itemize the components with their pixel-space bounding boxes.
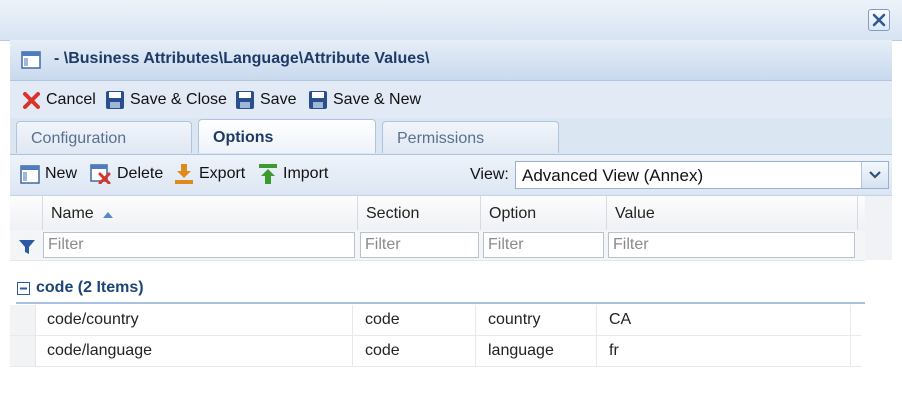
new-button[interactable]: New xyxy=(20,163,77,185)
cell-option: country xyxy=(476,305,597,335)
new-label: New xyxy=(45,165,78,182)
import-label: Import xyxy=(283,165,329,182)
floppy-disk-icon xyxy=(106,91,124,109)
new-record-icon xyxy=(20,164,40,184)
grid-header-scroll-spacer xyxy=(865,196,892,260)
column-header-name[interactable]: Name xyxy=(43,196,358,230)
save-close-button[interactable]: Save & Close xyxy=(105,89,227,111)
table-row[interactable]: code/language code language fr xyxy=(10,336,861,367)
view-dropdown-arrow[interactable] xyxy=(861,162,888,188)
options-grid: Name Section Option Value code (2 Items)… xyxy=(10,196,892,404)
chevron-down-icon xyxy=(869,171,881,179)
filter-icon[interactable] xyxy=(18,238,36,256)
filter-input-section[interactable] xyxy=(360,232,479,258)
filter-input-name[interactable] xyxy=(43,232,355,258)
cancel-label: Cancel xyxy=(46,91,96,108)
grid-toolbar: New Delete Export Import View: Advanced … xyxy=(10,155,892,196)
save-button[interactable]: Save xyxy=(235,89,296,111)
grid-header-row: Name Section Option Value xyxy=(10,196,865,231)
export-icon xyxy=(175,164,193,184)
row-handle xyxy=(10,305,36,335)
action-toolbar: Cancel Save & Close Save Save & New xyxy=(10,81,892,119)
tab-strip: Configuration Options Permissions xyxy=(10,118,892,155)
collapse-icon[interactable] xyxy=(17,282,30,295)
group-label: code (2 Items) xyxy=(36,279,144,296)
save-close-label: Save & Close xyxy=(130,91,227,108)
close-button[interactable] xyxy=(868,9,890,31)
cell-section: code xyxy=(353,336,476,366)
cancel-button[interactable]: Cancel xyxy=(22,89,96,111)
column-header-value[interactable]: Value xyxy=(607,196,858,230)
import-button[interactable]: Import xyxy=(258,163,328,185)
save-new-label: Save & New xyxy=(333,91,422,108)
cell-value: CA xyxy=(597,305,851,335)
grid-filter-row xyxy=(10,230,865,261)
cell-option: language xyxy=(476,336,597,366)
group-row[interactable]: code (2 Items) xyxy=(16,276,865,304)
cell-name: code/language xyxy=(35,336,353,366)
floppy-disk-icon xyxy=(309,91,327,109)
export-button[interactable]: Export xyxy=(174,163,245,185)
form-title-bar: - \Business Attributes\Language\Attribut… xyxy=(10,40,892,81)
delete-label: Delete xyxy=(117,165,164,182)
column-header-name-label: Name xyxy=(51,205,94,222)
column-header-option[interactable]: Option xyxy=(481,196,607,230)
import-icon xyxy=(259,164,277,184)
cancel-icon xyxy=(23,91,40,109)
sort-ascending-icon xyxy=(103,212,114,218)
cell-section: code xyxy=(353,305,476,335)
cell-value: fr xyxy=(597,336,851,366)
view-label: View: xyxy=(470,166,509,183)
header-spacer xyxy=(10,196,43,230)
save-new-button[interactable]: Save & New xyxy=(308,89,421,111)
close-icon xyxy=(872,13,886,27)
dialog-top-bar xyxy=(0,0,902,41)
tab-permissions[interactable]: Permissions xyxy=(382,121,559,153)
save-label: Save xyxy=(260,91,297,108)
column-header-section[interactable]: Section xyxy=(358,196,481,230)
cell-name: code/country xyxy=(35,305,353,335)
delete-record-icon xyxy=(90,164,111,184)
export-label: Export xyxy=(199,165,246,182)
floppy-disk-icon xyxy=(236,91,254,109)
table-row[interactable]: code/country code country CA xyxy=(10,305,861,336)
row-handle xyxy=(10,336,36,366)
view-dropdown-value: Advanced View (Annex) xyxy=(522,166,704,185)
page-title: - \Business Attributes\Language\Attribut… xyxy=(54,50,430,67)
filter-input-option[interactable] xyxy=(483,232,604,258)
form-icon xyxy=(21,51,41,69)
filter-input-value[interactable] xyxy=(608,232,855,258)
tab-configuration[interactable]: Configuration xyxy=(16,121,192,153)
view-dropdown[interactable]: Advanced View (Annex) xyxy=(515,161,889,189)
delete-button[interactable]: Delete xyxy=(90,163,163,185)
tab-options[interactable]: Options xyxy=(198,119,376,153)
